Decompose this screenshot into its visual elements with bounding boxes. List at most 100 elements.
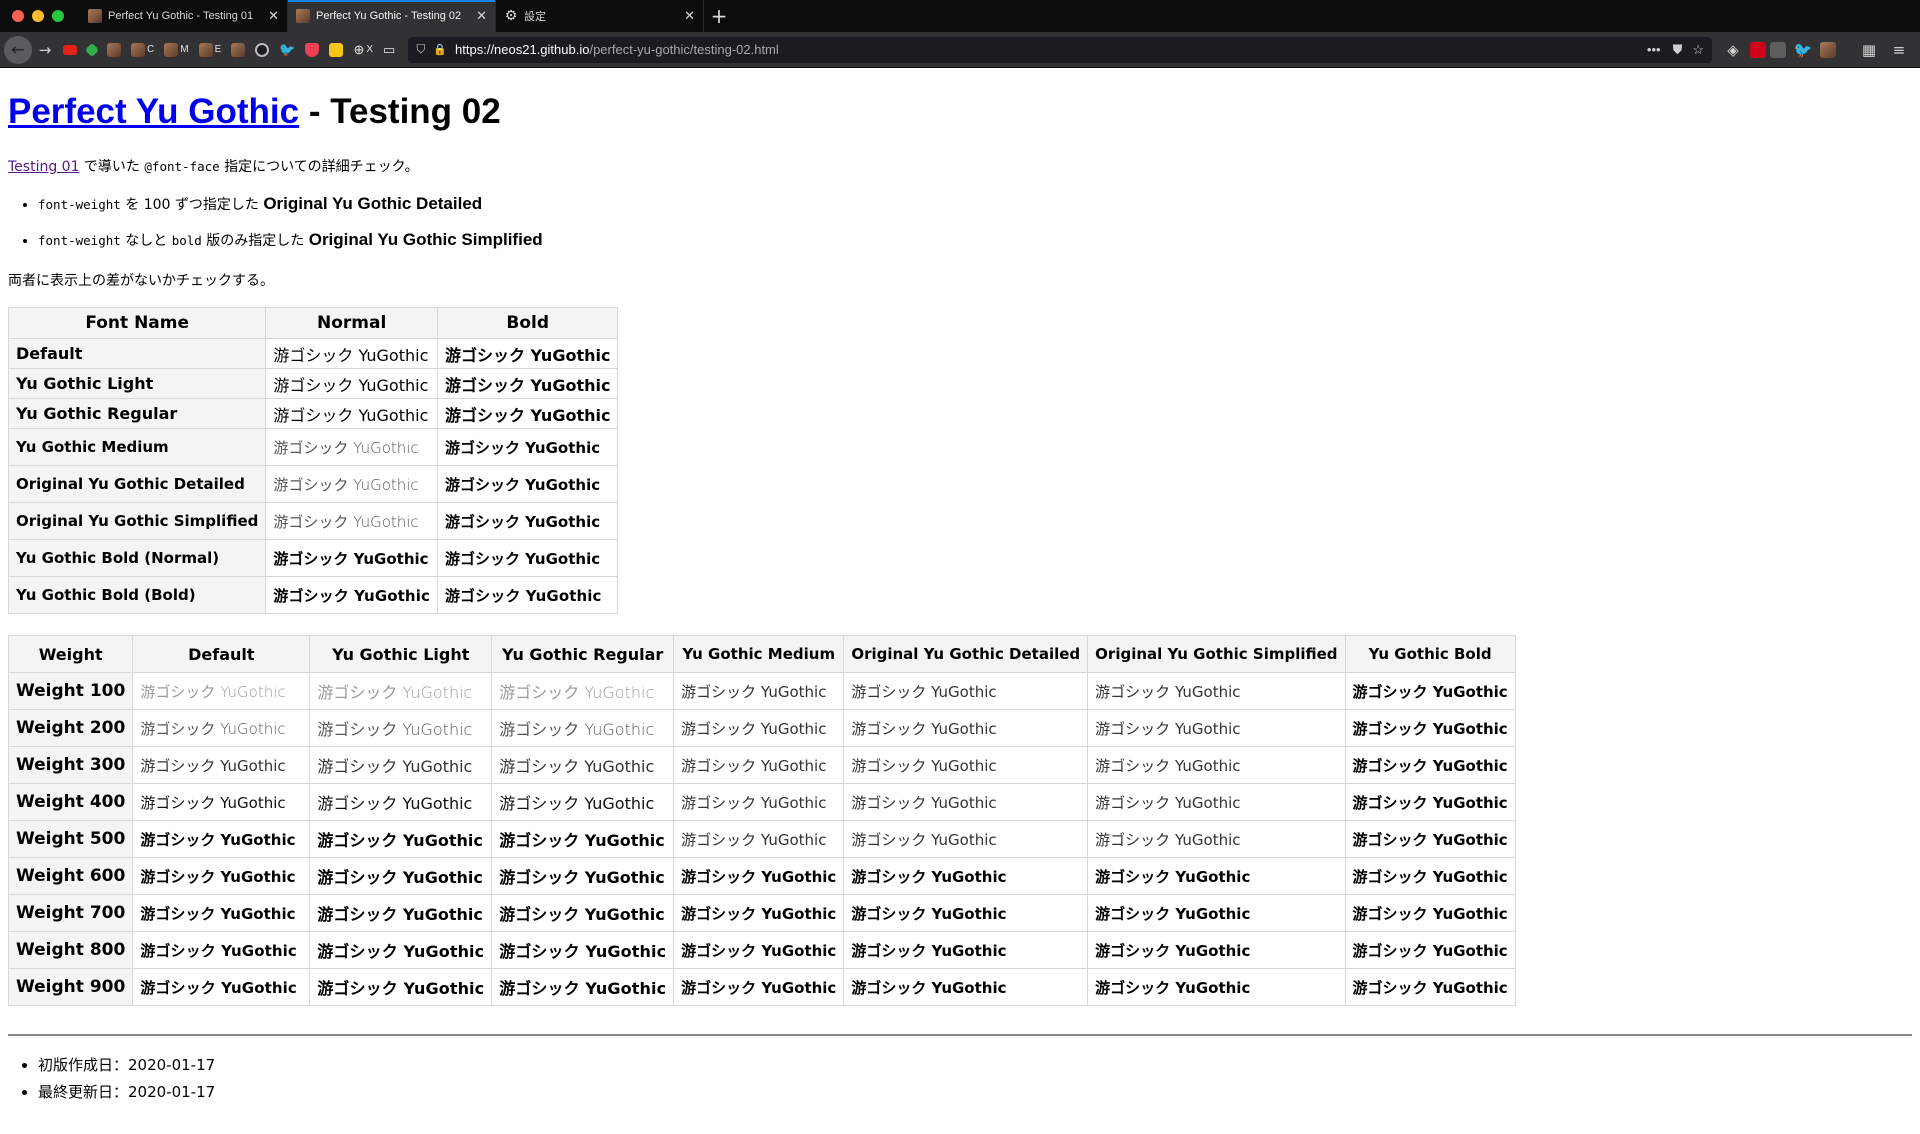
option-strong: Original Yu Gothic Simplified (308, 230, 543, 249)
bookmark-1[interactable] (107, 41, 121, 59)
close-icon[interactable]: ✕ (684, 10, 695, 23)
adblock-icon[interactable] (1750, 41, 1766, 58)
back-button[interactable]: ← (4, 35, 32, 64)
new-tab-button[interactable]: + (704, 0, 734, 32)
column-header: Normal (265, 307, 438, 339)
minimize-window-button[interactable] (32, 10, 44, 22)
sample-cell: 游ゴシック YuGothic (1087, 783, 1346, 821)
testing-01-link[interactable]: Testing 01 (8, 159, 79, 175)
bookmark-youtube[interactable] (63, 41, 77, 59)
row-header: Weight 900 (7, 968, 134, 1006)
tab-testing-01[interactable]: Perfect Yu Gothic - Testing 01 ✕ (80, 0, 288, 32)
bookmark-c[interactable]: C (131, 41, 154, 59)
tab-title: 設定 (524, 11, 546, 23)
row-header: Yu Gothic Medium (7, 428, 267, 466)
bookmark-feedly[interactable] (84, 41, 100, 59)
pocket-save-icon[interactable]: ⛊ (1673, 42, 1683, 58)
page-actions-icon[interactable]: ••• (1647, 42, 1661, 57)
title-link[interactable]: Perfect Yu Gothic (8, 92, 299, 131)
bookmark-e[interactable]: E (198, 41, 221, 59)
sample-cell: 游ゴシック YuGothic (491, 746, 675, 784)
table-row: Yu Gothic Light 游ゴシック YuGothic 游ゴシック YuG… (7, 368, 619, 399)
sample-cell: 游ゴシック YuGothic (843, 931, 1089, 969)
table-row: Weight 900 游ゴシック YuGothic 游ゴシック YuGothic 游ゴ… (7, 968, 1516, 1006)
table-row: Weight 100 游ゴシック YuGothic 游ゴシック YuGothic 游ゴ… (7, 672, 1516, 710)
sample-cell: 游ゴシック YuGothic (491, 968, 675, 1006)
extension-icon[interactable]: ◈ (1720, 37, 1746, 63)
sample-cell: 游ゴシック YuGothic (673, 746, 845, 784)
navigation-toolbar: ← → C M E 🐦 ⊕ X ▭ ⛉ 🔒 https://neos21.gith… (0, 32, 1920, 68)
column-header: Original Yu Gothic Simplified (1087, 635, 1346, 673)
sample-cell: 游ゴシック YuGothic (491, 857, 675, 895)
sample-cell: 游ゴシック YuGothic (1344, 746, 1516, 784)
sample-cell: 游ゴシック YuGothic (1087, 857, 1346, 895)
row-header: Weight 800 (7, 931, 134, 969)
tab-testing-02[interactable]: Perfect Yu Gothic - Testing 02 ✕ (288, 0, 496, 32)
row-header: Weight 600 (7, 857, 134, 895)
hamburger-menu-icon[interactable]: ≡ (1886, 37, 1912, 63)
sample-cell: 游ゴシック YuGothic (673, 672, 845, 710)
sample-cell: 游ゴシック YuGothic (1344, 857, 1516, 895)
option-code: bold (171, 233, 202, 248)
lock-icon[interactable]: 🔒 (433, 43, 447, 56)
table-row: Yu Gothic Bold (Bold) 游ゴシック YuGothic 游ゴシ… (7, 576, 619, 614)
extensions-area: ◈ 🐦 ▦ ≡ (1720, 37, 1920, 63)
table-row: Yu Gothic Medium 游ゴシック YuGothic 游ゴシック Yu… (7, 428, 619, 466)
column-header: Yu Gothic Medium (673, 635, 845, 673)
bookmark-x[interactable]: ⊕ X (353, 41, 373, 59)
extension-s-icon[interactable] (1770, 41, 1786, 58)
sample-cell: 游ゴシック YuGothic (265, 338, 438, 369)
sample-cell: 游ゴシック YuGothic (309, 857, 493, 895)
close-window-button[interactable] (12, 10, 24, 22)
bookmark-m[interactable]: M (164, 41, 189, 59)
row-header: Original Yu Gothic Simplified (7, 502, 267, 540)
gear-icon: ⚙ (504, 8, 518, 24)
font-name-table: Font Name Normal Bold Default 游ゴシック YuGo… (7, 307, 619, 614)
feedly-icon (84, 42, 100, 57)
url-bar[interactable]: ⛉ 🔒 https://neos21.github.io/perfect-yu-… (408, 36, 1712, 63)
sample-cell: 游ゴシック YuGothic (1087, 709, 1346, 747)
close-icon[interactable]: ✕ (476, 10, 487, 23)
table-header-row: Weight Default Yu Gothic Light Yu Gothic… (7, 635, 1516, 673)
close-icon[interactable]: ✕ (268, 10, 279, 23)
sample-cell: 游ゴシック YuGothic (843, 783, 1089, 821)
table-row: Weight 800 游ゴシック YuGothic 游ゴシック YuGothic 游ゴ… (7, 931, 1516, 969)
tab-title: Perfect Yu Gothic - Testing 02 (316, 10, 462, 22)
bookmark-folder[interactable]: ▭ (383, 41, 395, 59)
list-item: 初版作成日：2020-01-17 (38, 1054, 1912, 1075)
youtube-icon (63, 44, 77, 55)
zoom-window-button[interactable] (52, 10, 64, 22)
avatar[interactable] (1820, 41, 1836, 58)
bookmark-github[interactable] (255, 41, 270, 59)
sample-cell: 游ゴシック YuGothic (436, 502, 619, 540)
forward-button[interactable]: → (32, 37, 58, 63)
row-header: Weight 700 (7, 894, 134, 932)
outro-paragraph: 両者に表示上の差がないかチェックする。 (8, 273, 274, 289)
option-strong: Original Yu Gothic Detailed (263, 194, 483, 213)
tracking-shield-icon[interactable]: ⛉ (416, 42, 425, 57)
sample-cell: 游ゴシック YuGothic (309, 746, 493, 784)
table-row: Original Yu Gothic Simplified 游ゴシック YuGo… (7, 502, 619, 540)
bookmark-label: C (147, 44, 155, 55)
bookmark-pocket[interactable] (305, 41, 320, 59)
site-favicon-icon (164, 42, 179, 57)
extensions-menu-icon[interactable]: ▦ (1856, 37, 1882, 63)
option-text: を 100 ずつ指定した (120, 197, 264, 213)
bookmark-twitter[interactable]: 🐦 (279, 41, 295, 59)
tab-settings[interactable]: ⚙ 設定 ✕ (496, 0, 704, 32)
sample-cell: 游ゴシック YuGothic (265, 368, 438, 399)
table-row: Yu Gothic Regular 游ゴシック YuGothic 游ゴシック Y… (7, 398, 619, 429)
twitter-icon: 🐦 (279, 41, 296, 57)
bookmark-3[interactable] (329, 41, 344, 59)
bookmark-2[interactable] (231, 41, 246, 59)
column-header: Bold (436, 307, 619, 339)
row-header: Yu Gothic Light (7, 368, 267, 399)
sample-cell: 游ゴシック YuGothic (309, 931, 493, 969)
bookmark-label: X (366, 44, 374, 55)
sample-cell: 游ゴシック YuGothic (265, 398, 438, 429)
sample-cell: 游ゴシック YuGothic (673, 931, 845, 969)
twitter-icon[interactable]: 🐦 (1790, 37, 1816, 63)
bookmark-star-icon[interactable]: ☆ (1692, 42, 1704, 58)
sample-cell: 游ゴシック YuGothic (309, 783, 493, 821)
site-favicon-icon (107, 42, 121, 57)
